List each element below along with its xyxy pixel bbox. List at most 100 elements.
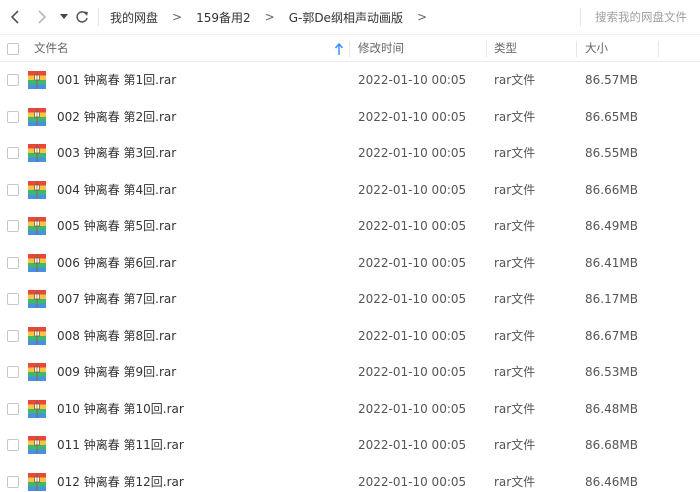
file-size: 86.48MB xyxy=(585,401,638,416)
row-checkbox[interactable] xyxy=(7,183,19,196)
file-list: 001 钟离春 第1回.rar 2022-01-10 00:05 rar文件 8… xyxy=(0,62,700,492)
file-modified-time: 2022-01-10 00:05 xyxy=(358,328,467,343)
file-name[interactable]: 007 钟离春 第7回.rar xyxy=(57,281,176,317)
file-modified-time: 2022-01-10 00:05 xyxy=(358,474,467,489)
row-checkbox[interactable] xyxy=(7,366,19,378)
refresh-button[interactable] xyxy=(71,6,93,28)
row-checkbox[interactable] xyxy=(7,220,19,232)
breadcrumb-separator: > xyxy=(172,10,183,24)
file-name[interactable]: 011 钟离春 第11回.rar xyxy=(57,427,184,463)
file-size: 86.41MB xyxy=(585,255,638,270)
file-row[interactable]: 003 钟离春 第3回.rar 2022-01-10 00:05 rar文件 8… xyxy=(0,135,700,172)
file-row[interactable]: 004 钟离春 第4回.rar 2022-01-10 00:05 rar文件 8… xyxy=(0,172,700,209)
file-type: rar文件 xyxy=(494,474,536,489)
file-row[interactable]: 001 钟离春 第1回.rar 2022-01-10 00:05 rar文件 8… xyxy=(0,62,700,99)
column-size-header[interactable]: 大小 xyxy=(585,35,608,63)
file-name[interactable]: 002 钟离春 第2回.rar xyxy=(57,99,176,135)
file-row[interactable]: 002 钟离春 第2回.rar 2022-01-10 00:05 rar文件 8… xyxy=(0,99,700,136)
file-modified-time: 2022-01-10 00:05 xyxy=(358,146,467,160)
file-name[interactable]: 008 钟离春 第8回.rar xyxy=(57,318,176,354)
file-type: rar文件 xyxy=(494,182,536,197)
search-divider xyxy=(580,8,581,26)
file-name[interactable]: 012 钟离春 第12回.rar xyxy=(57,464,184,492)
file-size: 86.65MB xyxy=(585,109,638,124)
file-name[interactable]: 009 钟离春 第9回.rar xyxy=(57,354,176,390)
file-type: rar文件 xyxy=(494,328,536,343)
column-separator xyxy=(658,41,659,57)
file-modified-time: 2022-01-10 00:05 xyxy=(358,219,467,233)
breadcrumb-item-folder[interactable]: 159备用2 xyxy=(196,9,251,26)
row-checkbox[interactable] xyxy=(7,74,19,86)
breadcrumb-item-current[interactable]: G-郭De纲相声动画版 xyxy=(289,9,403,26)
column-separator xyxy=(486,41,487,57)
column-name-header[interactable]: 文件名 xyxy=(34,35,69,63)
row-checkbox[interactable] xyxy=(7,402,19,415)
file-modified-time: 2022-01-10 00:05 xyxy=(358,292,467,306)
file-type: rar文件 xyxy=(494,365,536,379)
breadcrumb: 我的网盘 > 159备用2 > G-郭De纲相声动画版 > xyxy=(110,0,441,34)
file-row[interactable]: 008 钟离春 第8回.rar 2022-01-10 00:05 rar文件 8… xyxy=(0,318,700,355)
file-type: rar文件 xyxy=(494,146,536,160)
file-size: 86.46MB xyxy=(585,474,638,489)
rar-archive-icon xyxy=(28,399,46,418)
breadcrumb-item-root[interactable]: 我的网盘 xyxy=(110,9,158,26)
row-checkbox[interactable] xyxy=(7,256,19,269)
column-separator xyxy=(576,41,577,57)
file-modified-time: 2022-01-10 00:05 xyxy=(358,365,467,379)
file-name[interactable]: 004 钟离春 第4回.rar xyxy=(57,172,176,208)
file-type: rar文件 xyxy=(494,219,536,233)
file-size: 86.55MB xyxy=(585,146,638,160)
breadcrumb-separator: > xyxy=(264,10,275,24)
file-row[interactable]: 010 钟离春 第10回.rar 2022-01-10 00:05 rar文件 … xyxy=(0,391,700,428)
file-row[interactable]: 007 钟离春 第7回.rar 2022-01-10 00:05 rar文件 8… xyxy=(0,281,700,318)
file-size: 86.53MB xyxy=(585,365,638,379)
rar-archive-icon xyxy=(28,363,46,381)
file-type: rar文件 xyxy=(494,109,536,124)
file-name[interactable]: 001 钟离春 第1回.rar xyxy=(57,62,176,98)
file-type: rar文件 xyxy=(494,401,536,416)
file-row[interactable]: 006 钟离春 第6回.rar 2022-01-10 00:05 rar文件 8… xyxy=(0,245,700,282)
file-name[interactable]: 010 钟离春 第10回.rar xyxy=(57,391,184,427)
back-button[interactable] xyxy=(4,6,26,28)
breadcrumb-separator: > xyxy=(416,10,428,24)
toolbar: 我的网盘 > 159备用2 > G-郭De纲相声动画版 > xyxy=(0,0,700,34)
row-checkbox[interactable] xyxy=(7,293,19,305)
file-row[interactable]: 009 钟离春 第9回.rar 2022-01-10 00:05 rar文件 8… xyxy=(0,354,700,391)
file-modified-time: 2022-01-10 00:05 xyxy=(358,182,467,197)
rar-archive-icon xyxy=(28,253,46,272)
file-row[interactable]: 005 钟离春 第5回.rar 2022-01-10 00:05 rar文件 8… xyxy=(0,208,700,245)
select-all-checkbox[interactable] xyxy=(7,43,19,55)
forward-button[interactable] xyxy=(31,6,53,28)
file-modified-time: 2022-01-10 00:05 xyxy=(358,73,467,87)
row-checkbox[interactable] xyxy=(7,110,19,123)
sort-up-arrow-icon[interactable] xyxy=(334,42,344,56)
rar-archive-icon xyxy=(28,436,46,454)
rar-archive-icon xyxy=(28,71,46,89)
file-type: rar文件 xyxy=(494,292,536,306)
row-checkbox[interactable] xyxy=(7,475,19,488)
row-checkbox[interactable] xyxy=(7,439,19,451)
rar-archive-icon xyxy=(28,217,46,235)
file-size: 86.49MB xyxy=(585,219,638,233)
file-name[interactable]: 005 钟离春 第5回.rar xyxy=(57,208,176,244)
file-size: 86.57MB xyxy=(585,73,638,87)
row-checkbox[interactable] xyxy=(7,329,19,342)
file-size: 86.68MB xyxy=(585,438,638,452)
rar-archive-icon xyxy=(28,144,46,162)
file-name[interactable]: 003 钟离春 第3回.rar xyxy=(57,135,176,171)
search-input[interactable] xyxy=(590,5,700,29)
column-mtime-header[interactable]: 修改时间 xyxy=(358,35,404,63)
rar-archive-icon xyxy=(28,107,46,126)
row-checkbox[interactable] xyxy=(7,147,19,159)
file-size: 86.67MB xyxy=(585,328,638,343)
column-type-header[interactable]: 类型 xyxy=(494,35,517,63)
column-header: 文件名 修改时间 类型 大小 xyxy=(0,34,700,62)
file-modified-time: 2022-01-10 00:05 xyxy=(358,401,467,416)
file-row[interactable]: 011 钟离春 第11回.rar 2022-01-10 00:05 rar文件 … xyxy=(0,427,700,464)
toolbar-divider xyxy=(98,8,99,26)
file-size: 86.66MB xyxy=(585,182,638,197)
file-name[interactable]: 006 钟离春 第6回.rar xyxy=(57,245,176,281)
file-row[interactable]: 012 钟离春 第12回.rar 2022-01-10 00:05 rar文件 … xyxy=(0,464,700,492)
rar-archive-icon xyxy=(28,290,46,308)
rar-archive-icon xyxy=(28,472,46,491)
